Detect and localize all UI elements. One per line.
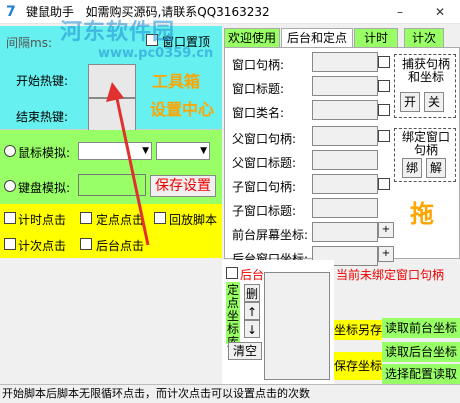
- mouse-action-select[interactable]: ▼: [156, 142, 210, 160]
- unbound-status: 当前未绑定窗口句柄: [336, 268, 445, 282]
- mouse-sim-label: 鼠标模拟:: [18, 146, 71, 160]
- close-button[interactable]: ✕: [420, 0, 460, 24]
- replay-script-label: 回放脚本: [169, 213, 218, 227]
- end-hotkey-label: 结束热键:: [16, 110, 69, 124]
- keyboard-sim-label: 键盘模拟:: [18, 181, 71, 195]
- front-coord-field[interactable]: [312, 222, 378, 242]
- parent-handle-label: 父窗口句柄:: [232, 132, 297, 146]
- window-class-checkbox[interactable]: [378, 104, 390, 116]
- window-handle-label: 窗口句柄:: [232, 58, 285, 72]
- bind-title: 绑定窗口句柄: [401, 130, 450, 157]
- tab-timing[interactable]: 计时: [354, 28, 398, 48]
- select-config-button[interactable]: 选择配置读取: [382, 364, 460, 384]
- watermark-text: 河东软件园: [60, 20, 176, 45]
- window-class-label: 窗口类名:: [232, 106, 285, 120]
- child-handle-field[interactable]: [312, 174, 378, 194]
- window-handle-checkbox[interactable]: [378, 56, 390, 68]
- parent-title-field[interactable]: [312, 150, 378, 170]
- coord-list[interactable]: [264, 272, 330, 380]
- window-class-field[interactable]: [312, 100, 378, 120]
- parent-handle-field[interactable]: [312, 126, 378, 146]
- interval-label: 间隔ms:: [6, 36, 52, 50]
- move-up-button[interactable]: ↑: [244, 302, 260, 320]
- read-back-coord-button[interactable]: 读取后台坐标: [382, 342, 460, 362]
- capture-title: 捕获句柄和坐标: [401, 57, 450, 84]
- red-arrow-annotation: [106, 82, 150, 246]
- background-checkbox[interactable]: [226, 267, 238, 279]
- window-title-field[interactable]: [312, 76, 378, 96]
- timed-click-label: 计时点击: [18, 213, 67, 227]
- front-coord-label: 前台屏幕坐标:: [232, 228, 309, 242]
- child-title-label: 子窗口标题:: [232, 204, 297, 218]
- child-title-field[interactable]: [312, 198, 378, 218]
- capture-on-button[interactable]: 开: [400, 92, 420, 112]
- save-coord-button[interactable]: 保存坐标: [334, 352, 382, 380]
- tab-background-fixed[interactable]: 后台和定点: [281, 28, 353, 48]
- background-label: 后台: [240, 268, 265, 282]
- drag-target[interactable]: 拖: [410, 194, 434, 229]
- read-front-coord-button[interactable]: 读取前台坐标: [382, 318, 460, 338]
- capture-off-button[interactable]: 关: [424, 92, 444, 112]
- window-title-label: 窗口标题:: [232, 82, 285, 96]
- child-handle-label: 子窗口句柄:: [232, 180, 297, 194]
- mouse-sim-radio[interactable]: [4, 145, 16, 157]
- fixed-click-checkbox[interactable]: [80, 212, 92, 224]
- front-coord-add-button[interactable]: +: [378, 222, 394, 238]
- bind-button[interactable]: 绑: [402, 158, 422, 178]
- unbind-button[interactable]: 解: [426, 158, 446, 178]
- save-coord-as-button[interactable]: 坐标另存: [334, 320, 382, 340]
- window-title-checkbox[interactable]: [378, 80, 390, 92]
- parent-title-label: 父窗口标题:: [232, 156, 297, 170]
- background-click-checkbox[interactable]: [80, 238, 92, 250]
- bottom-left-area: [0, 260, 222, 388]
- back-coord-add-button[interactable]: +: [378, 246, 394, 262]
- keyboard-sim-radio[interactable]: [4, 180, 16, 192]
- clear-coords-button[interactable]: 清空: [228, 342, 262, 360]
- minimize-button[interactable]: –: [380, 0, 420, 24]
- counted-click-label: 计次点击: [18, 239, 67, 253]
- delete-coord-button[interactable]: 删: [244, 284, 260, 302]
- start-hotkey-label: 开始热键:: [16, 74, 69, 88]
- window-handle-field[interactable]: [312, 52, 378, 72]
- counted-click-checkbox[interactable]: [4, 238, 16, 250]
- parent-handle-checkbox[interactable]: [378, 130, 390, 142]
- child-handle-checkbox[interactable]: [378, 178, 390, 190]
- tab-welcome[interactable]: 欢迎使用: [224, 28, 280, 48]
- app-icon: 7: [6, 4, 16, 20]
- timed-click-checkbox[interactable]: [4, 212, 16, 224]
- status-bar: 开始脚本后脚本无限循环点击，而计次点击可以设置点击的次数: [0, 384, 460, 403]
- tab-count[interactable]: 计次: [404, 28, 444, 48]
- chevron-down-icon: ▼: [200, 146, 207, 156]
- move-down-button[interactable]: ↓: [244, 320, 260, 338]
- watermark-url: www.pc0359.cn: [98, 46, 214, 61]
